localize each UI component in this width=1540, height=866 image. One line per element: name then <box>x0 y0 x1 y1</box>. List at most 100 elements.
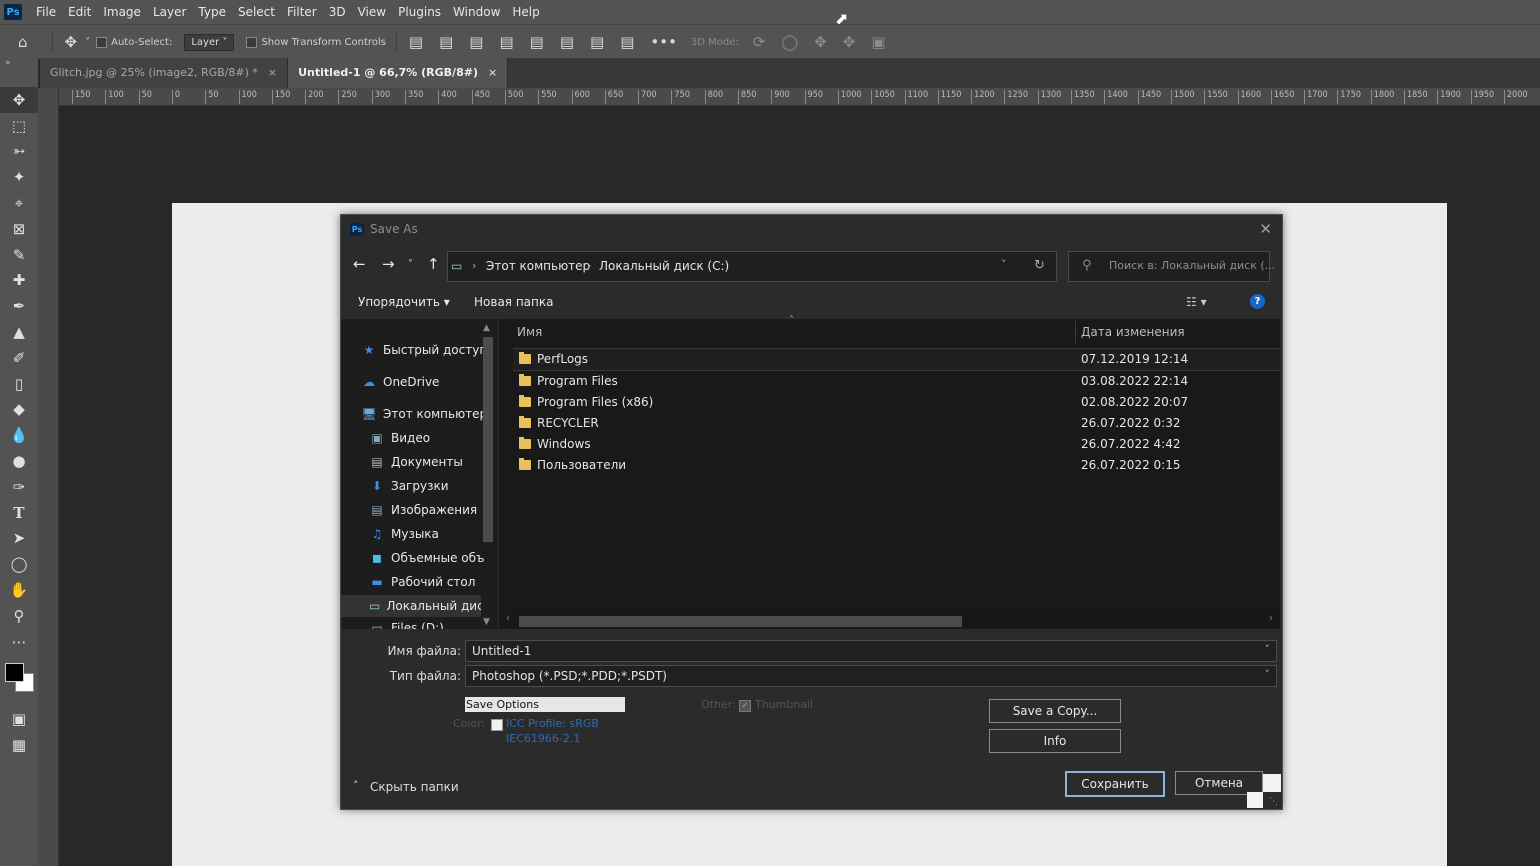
nav-item-local-disk[interactable]: ▭ Локальный дис <box>341 595 481 617</box>
menu-layer[interactable]: Layer <box>147 0 192 24</box>
nav-scrollbar-thumb[interactable] <box>483 337 493 542</box>
frame-tool-icon[interactable]: ⊠ <box>0 216 38 242</box>
hide-folders-button[interactable]: Скрыть папки <box>370 780 459 794</box>
forward-arrow-icon[interactable]: → <box>382 255 395 273</box>
blur-tool-icon[interactable]: 💧 <box>0 422 38 448</box>
eraser-tool-icon[interactable]: ▯ <box>0 371 38 397</box>
up-arrow-icon[interactable]: ↑ <box>427 255 440 273</box>
dialog-title-bar[interactable]: Ps Save As ✕ <box>341 215 1282 245</box>
zoom-tool-icon[interactable]: ⚲ <box>0 603 38 629</box>
nav-item-quick-access[interactable]: ★ Быстрый доступ <box>361 339 498 361</box>
menu-help[interactable]: Help <box>506 0 545 24</box>
close-icon[interactable]: ✕ <box>1259 220 1272 238</box>
marquee-tool-icon[interactable]: ⬚ <box>0 113 38 139</box>
pan-3d-icon[interactable]: ✥ <box>806 33 835 51</box>
quick-mask-icon[interactable]: ▣ <box>0 707 38 733</box>
chevron-down-icon[interactable]: ˅ <box>408 259 413 270</box>
file-row[interactable]: Program Files (x86) 02.08.2022 20:07 <box>513 392 1280 413</box>
menu-window[interactable]: Window <box>447 0 506 24</box>
file-row[interactable]: Windows 26.07.2022 4:42 <box>513 434 1280 455</box>
type-tool-icon[interactable]: T <box>0 500 38 526</box>
menu-view[interactable]: View <box>352 0 392 24</box>
align-top-icon[interactable]: ▤ <box>522 33 552 51</box>
hand-tool-icon[interactable]: ✋ <box>0 577 38 603</box>
nav-item-downloads[interactable]: ⬇ Загрузки <box>369 475 498 497</box>
column-name-header[interactable]: Имя <box>517 325 542 339</box>
tab-untitled[interactable]: Untitled-1 @ 66,7% (RGB/8#) × <box>288 58 509 88</box>
menu-filter[interactable]: Filter <box>281 0 323 24</box>
tab-glitch[interactable]: Glitch.jpg @ 25% (image2, RGB/8#) * × <box>40 58 289 88</box>
breadcrumb-disk[interactable]: Локальный диск (C:) <box>599 259 729 273</box>
path-selection-tool-icon[interactable]: ➤ <box>0 526 38 552</box>
roll-3d-icon[interactable]: ◯ <box>773 33 806 51</box>
distribute-vertical-icon[interactable]: ▤ <box>612 33 642 51</box>
foreground-color-swatch[interactable] <box>5 662 24 682</box>
lasso-tool-icon[interactable]: ➳ <box>0 139 38 165</box>
scroll-up-icon[interactable]: ▲ <box>483 323 490 333</box>
chevron-down-icon[interactable]: ˅ <box>1001 258 1007 271</box>
nav-item-onedrive[interactable]: ☁ OneDrive <box>361 371 498 393</box>
nav-item-documents[interactable]: ▤ Документы <box>369 451 498 473</box>
nav-item-video[interactable]: ▣ Видео <box>369 427 498 449</box>
dodge-tool-icon[interactable]: ● <box>0 448 38 474</box>
move-tool-icon[interactable]: ✥ <box>0 87 38 113</box>
column-date-header[interactable]: Дата изменения <box>1081 325 1185 339</box>
align-left-icon[interactable]: ▤ <box>401 33 431 51</box>
new-folder-button[interactable]: Новая папка <box>474 295 553 309</box>
magic-wand-tool-icon[interactable]: ✦ <box>0 164 38 190</box>
slide-3d-icon[interactable]: ✥ <box>835 33 864 51</box>
close-icon[interactable]: × <box>268 66 277 79</box>
nav-item-desktop[interactable]: ▬ Рабочий стол <box>369 571 498 593</box>
nav-item-this-pc[interactable]: 🖥 Этот компьютер <box>361 403 498 425</box>
scroll-right-icon[interactable]: › <box>1269 613 1273 624</box>
breadcrumb-computer[interactable]: Этот компьютер <box>486 259 590 273</box>
menu-file[interactable]: File <box>30 0 62 24</box>
horizontal-scrollbar-thumb[interactable] <box>519 616 962 627</box>
address-bar[interactable]: ▭ › Этот компьютер › Локальный диск (C:)… <box>447 251 1057 282</box>
nav-item-3d-objects[interactable]: ◼ Объемные объ <box>369 547 498 569</box>
paint-bucket-tool-icon[interactable]: ◆ <box>0 397 38 423</box>
menu-edit[interactable]: Edit <box>62 0 97 24</box>
screen-mode-icon[interactable]: ▦ <box>0 732 38 758</box>
edit-toolbar-icon[interactable]: ⋯ <box>0 629 38 655</box>
menu-select[interactable]: Select <box>232 0 281 24</box>
auto-select-checkbox[interactable]: Auto-Select: <box>90 36 178 48</box>
home-icon[interactable]: ⌂ <box>0 33 48 51</box>
healing-brush-tool-icon[interactable]: ✚ <box>0 268 38 294</box>
align-middle-icon[interactable]: ▤ <box>552 33 582 51</box>
color-swatches[interactable] <box>0 655 38 707</box>
menu-plugins[interactable]: Plugins <box>392 0 447 24</box>
eyedropper-tool-icon[interactable]: ✎ <box>0 242 38 268</box>
vertical-ruler[interactable] <box>38 88 59 866</box>
clone-stamp-tool-icon[interactable]: ▲ <box>0 319 38 345</box>
camera-3d-icon[interactable]: ▣ <box>863 33 893 51</box>
file-row[interactable]: Program Files 03.08.2022 22:14 <box>513 371 1280 392</box>
chevron-down-icon[interactable]: ˅ <box>1265 668 1271 681</box>
icc-profile-checkbox[interactable] <box>491 719 503 731</box>
scroll-down-icon[interactable]: ▼ <box>483 617 490 627</box>
organize-button[interactable]: Упорядочить ▾ <box>358 295 450 309</box>
nav-item-music[interactable]: ♫ Музыка <box>369 523 498 545</box>
more-options-icon[interactable]: ••• <box>642 33 685 51</box>
view-options-icon[interactable]: ☷ ▾ <box>1186 295 1207 309</box>
info-button[interactable]: Info <box>989 729 1121 753</box>
thumbnail-checkbox[interactable]: ✓ <box>739 700 751 712</box>
align-center-icon[interactable]: ▤ <box>431 33 461 51</box>
save-button[interactable]: Сохранить <box>1065 771 1165 797</box>
file-row[interactable]: PerfLogs 07.12.2019 12:14 <box>513 348 1280 371</box>
move-tool-icon[interactable]: ✥ <box>57 33 86 51</box>
scroll-left-icon[interactable]: ‹ <box>506 613 510 624</box>
crop-tool-icon[interactable]: ⌖ <box>0 190 38 216</box>
align-right-icon[interactable]: ▤ <box>461 33 491 51</box>
close-icon[interactable]: × <box>488 66 497 79</box>
save-a-copy-button[interactable]: Save a Copy... <box>989 699 1121 723</box>
history-brush-tool-icon[interactable]: ✐ <box>0 345 38 371</box>
horizontal-ruler[interactable]: 150 100 50 0 50 100 150 200 250 300 350 400 450 500 55… <box>58 88 1540 106</box>
layer-select[interactable]: Layer ˅ <box>184 33 235 51</box>
back-arrow-icon[interactable]: ← <box>353 255 366 273</box>
collapse-toggle-icon[interactable]: » <box>0 58 38 72</box>
chevron-up-icon[interactable]: ˄ <box>353 779 359 792</box>
menu-image[interactable]: Image <box>97 0 147 24</box>
file-row[interactable]: Пользователи 26.07.2022 0:15 <box>513 455 1280 476</box>
orbit-3d-icon[interactable]: ⟳ <box>745 33 774 51</box>
